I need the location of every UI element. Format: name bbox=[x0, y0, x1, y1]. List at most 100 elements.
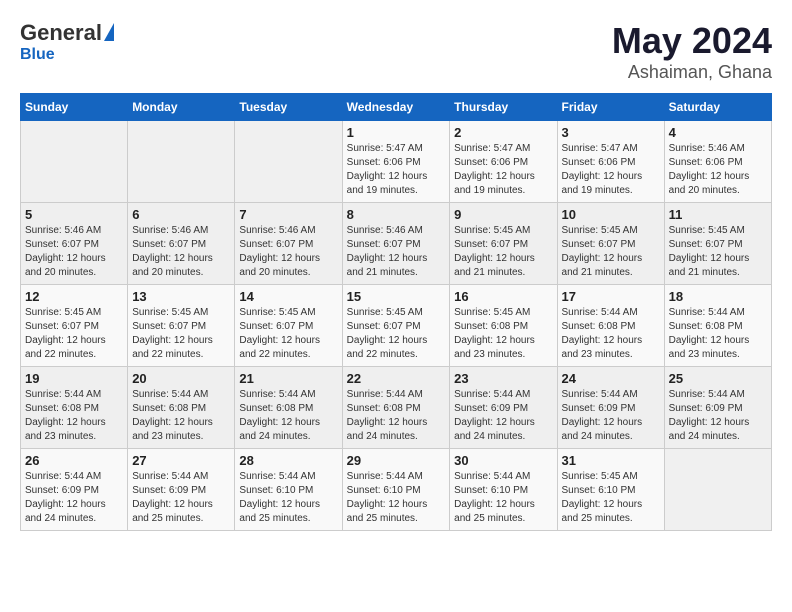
calendar-cell: 5 Sunrise: 5:46 AM Sunset: 6:07 PM Daylig… bbox=[21, 203, 128, 285]
day-info: Sunrise: 5:46 AM Sunset: 6:07 PM Dayligh… bbox=[25, 224, 123, 280]
calendar-cell: 7Sunrise: 5:46 AM Sunset: 6:07 PM Daylig… bbox=[235, 203, 342, 285]
day-number: 25 bbox=[669, 371, 767, 386]
day-number: 24 bbox=[562, 371, 660, 386]
calendar-cell: 6 Sunrise: 5:46 AM Sunset: 6:07 PM Daylig… bbox=[128, 203, 235, 285]
day-info: Sunrise: 5:44 AM Sunset: 6:10 PM Dayligh… bbox=[347, 470, 446, 526]
day-info: Sunrise: 5:44 AM Sunset: 6:09 PM Dayligh… bbox=[669, 388, 767, 444]
day-number: 17 bbox=[562, 289, 660, 304]
calendar-header: SundayMondayTuesdayWednesdayThursdayFrid… bbox=[21, 94, 772, 121]
day-number: 30 bbox=[454, 453, 552, 468]
day-info: Sunrise: 5:44 AM Sunset: 6:09 PM Dayligh… bbox=[562, 388, 660, 444]
day-number: 6 bbox=[132, 207, 230, 222]
day-info: Sunrise: 5:47 AM Sunset: 6:06 PM Dayligh… bbox=[562, 142, 660, 198]
calendar-cell bbox=[128, 121, 235, 203]
day-number: 16 bbox=[454, 289, 552, 304]
calendar-cell: 23 Sunrise: 5:44 AM Sunset: 6:09 PM Dayli… bbox=[450, 367, 557, 449]
calendar-cell: 1Sunrise: 5:47 AM Sunset: 6:06 PM Daylig… bbox=[342, 121, 450, 203]
weekday-header-tuesday: Tuesday bbox=[235, 94, 342, 121]
day-info: Sunrise: 5:45 AM Sunset: 6:10 PM Dayligh… bbox=[562, 470, 660, 526]
day-number: 9 bbox=[454, 207, 552, 222]
calendar-cell: 14 Sunrise: 5:45 AM Sunset: 6:07 PM Dayli… bbox=[235, 285, 342, 367]
calendar-cell: 29 Sunrise: 5:44 AM Sunset: 6:10 PM Dayli… bbox=[342, 449, 450, 531]
calendar-cell: 15 Sunrise: 5:45 AM Sunset: 6:07 PM Dayli… bbox=[342, 285, 450, 367]
day-number: 3 bbox=[562, 125, 660, 140]
weekday-header-monday: Monday bbox=[128, 94, 235, 121]
calendar-cell bbox=[235, 121, 342, 203]
day-info: Sunrise: 5:44 AM Sunset: 6:09 PM Dayligh… bbox=[25, 470, 123, 526]
day-number: 26 bbox=[25, 453, 123, 468]
day-number: 23 bbox=[454, 371, 552, 386]
day-number: 5 bbox=[25, 207, 123, 222]
calendar-week-row: 1 Sunrise: 5:47 AM Sunset: 6:06 PM Daylig… bbox=[21, 121, 772, 203]
day-info: Sunrise: 5:44 AM Sunset: 6:09 PM Dayligh… bbox=[454, 388, 552, 444]
day-info: Sunrise: 5:45 AM Sunset: 6:07 PM Dayligh… bbox=[25, 306, 123, 362]
day-info: Sunrise: 5:44 AM Sunset: 6:08 PM Dayligh… bbox=[132, 388, 230, 444]
page-subtitle: Ashaiman, Ghana bbox=[612, 62, 772, 83]
calendar-cell: 16 Sunrise: 5:45 AM Sunset: 6:08 PM Dayli… bbox=[450, 285, 557, 367]
calendar-cell: 21 Sunrise: 5:44 AM Sunset: 6:08 PM Dayli… bbox=[235, 367, 342, 449]
weekday-header-sunday: Sunday bbox=[21, 94, 128, 121]
calendar-cell: 27Sunrise: 5:44 AM Sunset: 6:09 PM Dayli… bbox=[128, 449, 235, 531]
day-info: Sunrise: 5:45 AM Sunset: 6:07 PM Dayligh… bbox=[132, 306, 230, 362]
day-info: Sunrise: 5:46 AM Sunset: 6:07 PM Dayligh… bbox=[239, 224, 337, 280]
weekday-header-row: SundayMondayTuesdayWednesdayThursdayFrid… bbox=[21, 94, 772, 121]
day-info: Sunrise: 5:44 AM Sunset: 6:08 PM Dayligh… bbox=[562, 306, 660, 362]
day-info: Sunrise: 5:45 AM Sunset: 6:07 PM Dayligh… bbox=[562, 224, 660, 280]
calendar-cell: 4Sunrise: 5:46 AM Sunset: 6:06 PM Daylig… bbox=[664, 121, 771, 203]
calendar-cell: 8Sunrise: 5:46 AM Sunset: 6:07 PM Daylig… bbox=[342, 203, 450, 285]
day-number: 29 bbox=[347, 453, 446, 468]
calendar-cell: 13Sunrise: 5:45 AM Sunset: 6:07 PM Dayli… bbox=[128, 285, 235, 367]
calendar-cell: 19 Sunrise: 5:44 AM Sunset: 6:08 PM Dayli… bbox=[21, 367, 128, 449]
day-number: 2 bbox=[454, 125, 552, 140]
calendar-week-row: 12 Sunrise: 5:45 AM Sunset: 6:07 PM Dayli… bbox=[21, 285, 772, 367]
day-info: Sunrise: 5:44 AM Sunset: 6:08 PM Dayligh… bbox=[25, 388, 123, 444]
day-number: 10 bbox=[562, 207, 660, 222]
day-number: 31 bbox=[562, 453, 660, 468]
logo-general: General bbox=[20, 20, 102, 46]
weekday-header-thursday: Thursday bbox=[450, 94, 557, 121]
day-number: 11 bbox=[669, 207, 767, 222]
calendar-cell: 22 Sunrise: 5:44 AM Sunset: 6:08 PM Dayli… bbox=[342, 367, 450, 449]
day-info: Sunrise: 5:45 AM Sunset: 6:08 PM Dayligh… bbox=[454, 306, 552, 362]
day-number: 12 bbox=[25, 289, 123, 304]
calendar-week-row: 19 Sunrise: 5:44 AM Sunset: 6:08 PM Dayli… bbox=[21, 367, 772, 449]
calendar-cell: 18 Sunrise: 5:44 AM Sunset: 6:08 PM Dayli… bbox=[664, 285, 771, 367]
calendar-cell bbox=[664, 449, 771, 531]
day-number: 22 bbox=[347, 371, 446, 386]
day-number: 21 bbox=[239, 371, 337, 386]
page-header: General Blue May 2024 Ashaiman, Ghana bbox=[20, 20, 772, 83]
logo: General Blue bbox=[20, 20, 114, 64]
day-info: Sunrise: 5:44 AM Sunset: 6:08 PM Dayligh… bbox=[669, 306, 767, 362]
day-number: 14 bbox=[239, 289, 337, 304]
day-number: 15 bbox=[347, 289, 446, 304]
calendar-cell: 24 Sunrise: 5:44 AM Sunset: 6:09 PM Dayli… bbox=[557, 367, 664, 449]
day-info: Sunrise: 5:47 AM Sunset: 6:06 PM Dayligh… bbox=[454, 142, 552, 198]
day-info: Sunrise: 5:45 AM Sunset: 6:07 PM Dayligh… bbox=[239, 306, 337, 362]
weekday-header-saturday: Saturday bbox=[664, 94, 771, 121]
day-number: 8 bbox=[347, 207, 446, 222]
calendar-cell: 20 Sunrise: 5:44 AM Sunset: 6:08 PM Dayli… bbox=[128, 367, 235, 449]
day-info: Sunrise: 5:45 AM Sunset: 6:07 PM Dayligh… bbox=[669, 224, 767, 280]
day-number: 18 bbox=[669, 289, 767, 304]
calendar-cell: 26 Sunrise: 5:44 AM Sunset: 6:09 PM Dayli… bbox=[21, 449, 128, 531]
day-info: Sunrise: 5:46 AM Sunset: 6:07 PM Dayligh… bbox=[132, 224, 230, 280]
calendar-table: SundayMondayTuesdayWednesdayThursdayFrid… bbox=[20, 93, 772, 531]
day-info: Sunrise: 5:44 AM Sunset: 6:09 PM Dayligh… bbox=[132, 470, 230, 526]
calendar-week-row: 26 Sunrise: 5:44 AM Sunset: 6:09 PM Dayli… bbox=[21, 449, 772, 531]
day-info: Sunrise: 5:44 AM Sunset: 6:08 PM Dayligh… bbox=[239, 388, 337, 444]
calendar-cell: 11 Sunrise: 5:45 AM Sunset: 6:07 PM Dayli… bbox=[664, 203, 771, 285]
day-info: Sunrise: 5:44 AM Sunset: 6:10 PM Dayligh… bbox=[239, 470, 337, 526]
day-number: 1 bbox=[347, 125, 446, 140]
calendar-body: 1 Sunrise: 5:47 AM Sunset: 6:06 PM Daylig… bbox=[21, 121, 772, 531]
day-number: 20 bbox=[132, 371, 230, 386]
day-info: Sunrise: 5:45 AM Sunset: 6:07 PM Dayligh… bbox=[347, 306, 446, 362]
calendar-cell: 12 Sunrise: 5:45 AM Sunset: 6:07 PM Dayli… bbox=[21, 285, 128, 367]
logo-triangle-icon bbox=[104, 23, 114, 41]
day-number: 19 bbox=[25, 371, 123, 386]
calendar-week-row: 5 Sunrise: 5:46 AM Sunset: 6:07 PM Daylig… bbox=[21, 203, 772, 285]
title-area: May 2024 Ashaiman, Ghana bbox=[612, 20, 772, 83]
day-info: Sunrise: 5:44 AM Sunset: 6:10 PM Dayligh… bbox=[454, 470, 552, 526]
day-number: 4 bbox=[669, 125, 767, 140]
day-info: Sunrise: 5:44 AM Sunset: 6:08 PM Dayligh… bbox=[347, 388, 446, 444]
calendar-cell: 9Sunrise: 5:45 AM Sunset: 6:07 PM Daylig… bbox=[450, 203, 557, 285]
